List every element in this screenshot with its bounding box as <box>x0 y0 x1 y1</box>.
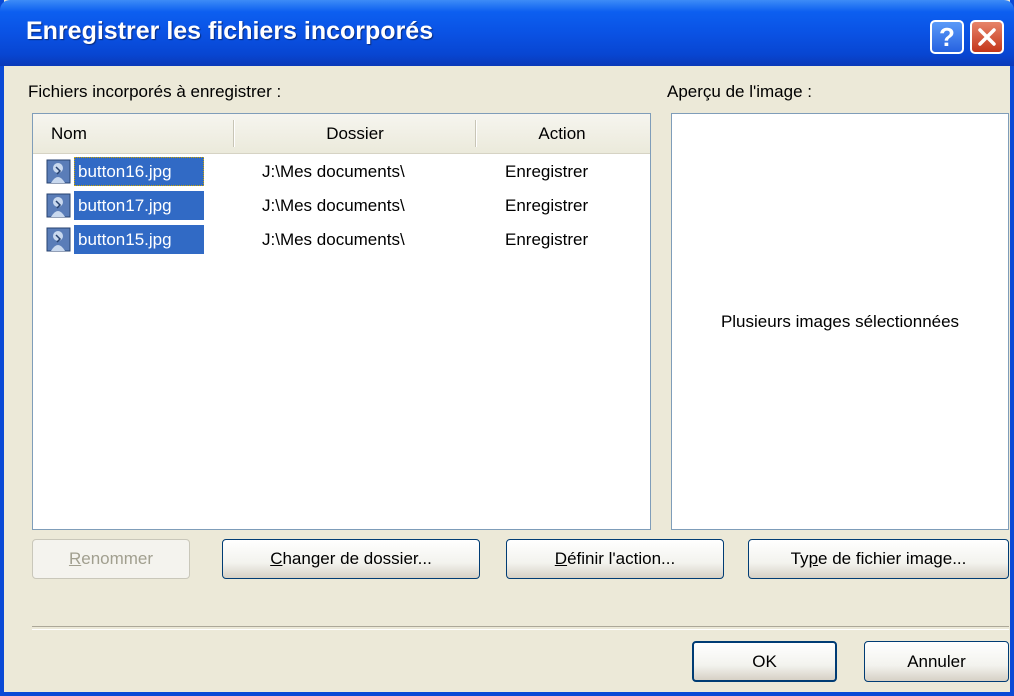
close-button[interactable] <box>970 20 1004 54</box>
ok-button[interactable]: OK <box>692 641 837 682</box>
column-header-folder[interactable]: Dossier <box>235 114 475 153</box>
file-folder: J:\Mes documents\ <box>262 230 405 249</box>
help-button[interactable]: ? <box>930 20 964 54</box>
preview-label: Aperçu de l'image : <box>667 82 812 101</box>
image-file-icon <box>46 159 71 184</box>
file-name[interactable]: button15.jpg <box>74 225 204 254</box>
file-action: Enregistrer <box>505 196 589 215</box>
close-icon <box>978 28 996 46</box>
ok-label: OK <box>752 651 777 671</box>
column-header-name[interactable]: Nom <box>51 114 87 153</box>
rename-label: enommer <box>81 549 154 568</box>
file-action: Enregistrer <box>505 230 589 249</box>
list-row[interactable]: button15.jpg J:\Mes documents\ Enregistr… <box>33 223 650 256</box>
window-title: Enregistrer les fichiers incorporés <box>26 17 434 45</box>
rename-accel: R <box>68 549 82 568</box>
cancel-button[interactable]: Annuler <box>864 641 1009 682</box>
list-row[interactable]: button17.jpg J:\Mes documents\ Enregistr… <box>33 189 650 222</box>
list-header: Nom Dossier Action <box>33 114 650 154</box>
set-action-button[interactable]: Définir l'action... <box>506 539 724 579</box>
image-file-icon <box>46 227 71 252</box>
image-type-label-pre: Ty <box>790 549 809 568</box>
set-action-accel: D <box>554 549 568 568</box>
help-icon: ? <box>939 21 955 52</box>
image-type-label: e de fichier image... <box>818 549 967 568</box>
embedded-files-list[interactable]: Nom Dossier Action button16.jpg J:\Mes d… <box>32 113 651 530</box>
file-folder: J:\Mes documents\ <box>262 196 405 215</box>
title-bar[interactable]: Enregistrer les fichiers incorporés ? <box>0 0 1014 66</box>
save-embedded-files-dialog: Enregistrer les fichiers incorporés ? Fi… <box>0 0 1014 696</box>
set-action-label: éfinir l'action... <box>567 549 676 568</box>
list-row[interactable]: button16.jpg J:\Mes documents\ Enregistr… <box>33 155 650 188</box>
column-header-action[interactable]: Action <box>477 114 647 153</box>
files-list-label: Fichiers incorporés à enregistrer : <box>28 82 282 101</box>
rename-button[interactable]: Renommer <box>32 539 190 579</box>
image-type-accel: p <box>808 549 819 568</box>
change-folder-button[interactable]: Changer de dossier... <box>222 539 480 579</box>
image-file-type-button[interactable]: Ty p e de fichier image... <box>748 539 1009 579</box>
image-preview-pane: Plusieurs images sélectionnées <box>671 113 1009 530</box>
preview-message: Plusieurs images sélectionnées <box>720 311 960 331</box>
image-file-icon <box>46 193 71 218</box>
file-action: Enregistrer <box>505 162 589 181</box>
change-folder-accel: C <box>270 549 283 568</box>
file-folder: J:\Mes documents\ <box>262 162 405 181</box>
file-name[interactable]: button16.jpg <box>74 157 204 186</box>
cancel-label: Annuler <box>907 651 966 671</box>
file-name[interactable]: button17.jpg <box>74 191 204 220</box>
separator <box>32 626 1009 630</box>
change-folder-label: hanger de dossier... <box>282 549 432 568</box>
